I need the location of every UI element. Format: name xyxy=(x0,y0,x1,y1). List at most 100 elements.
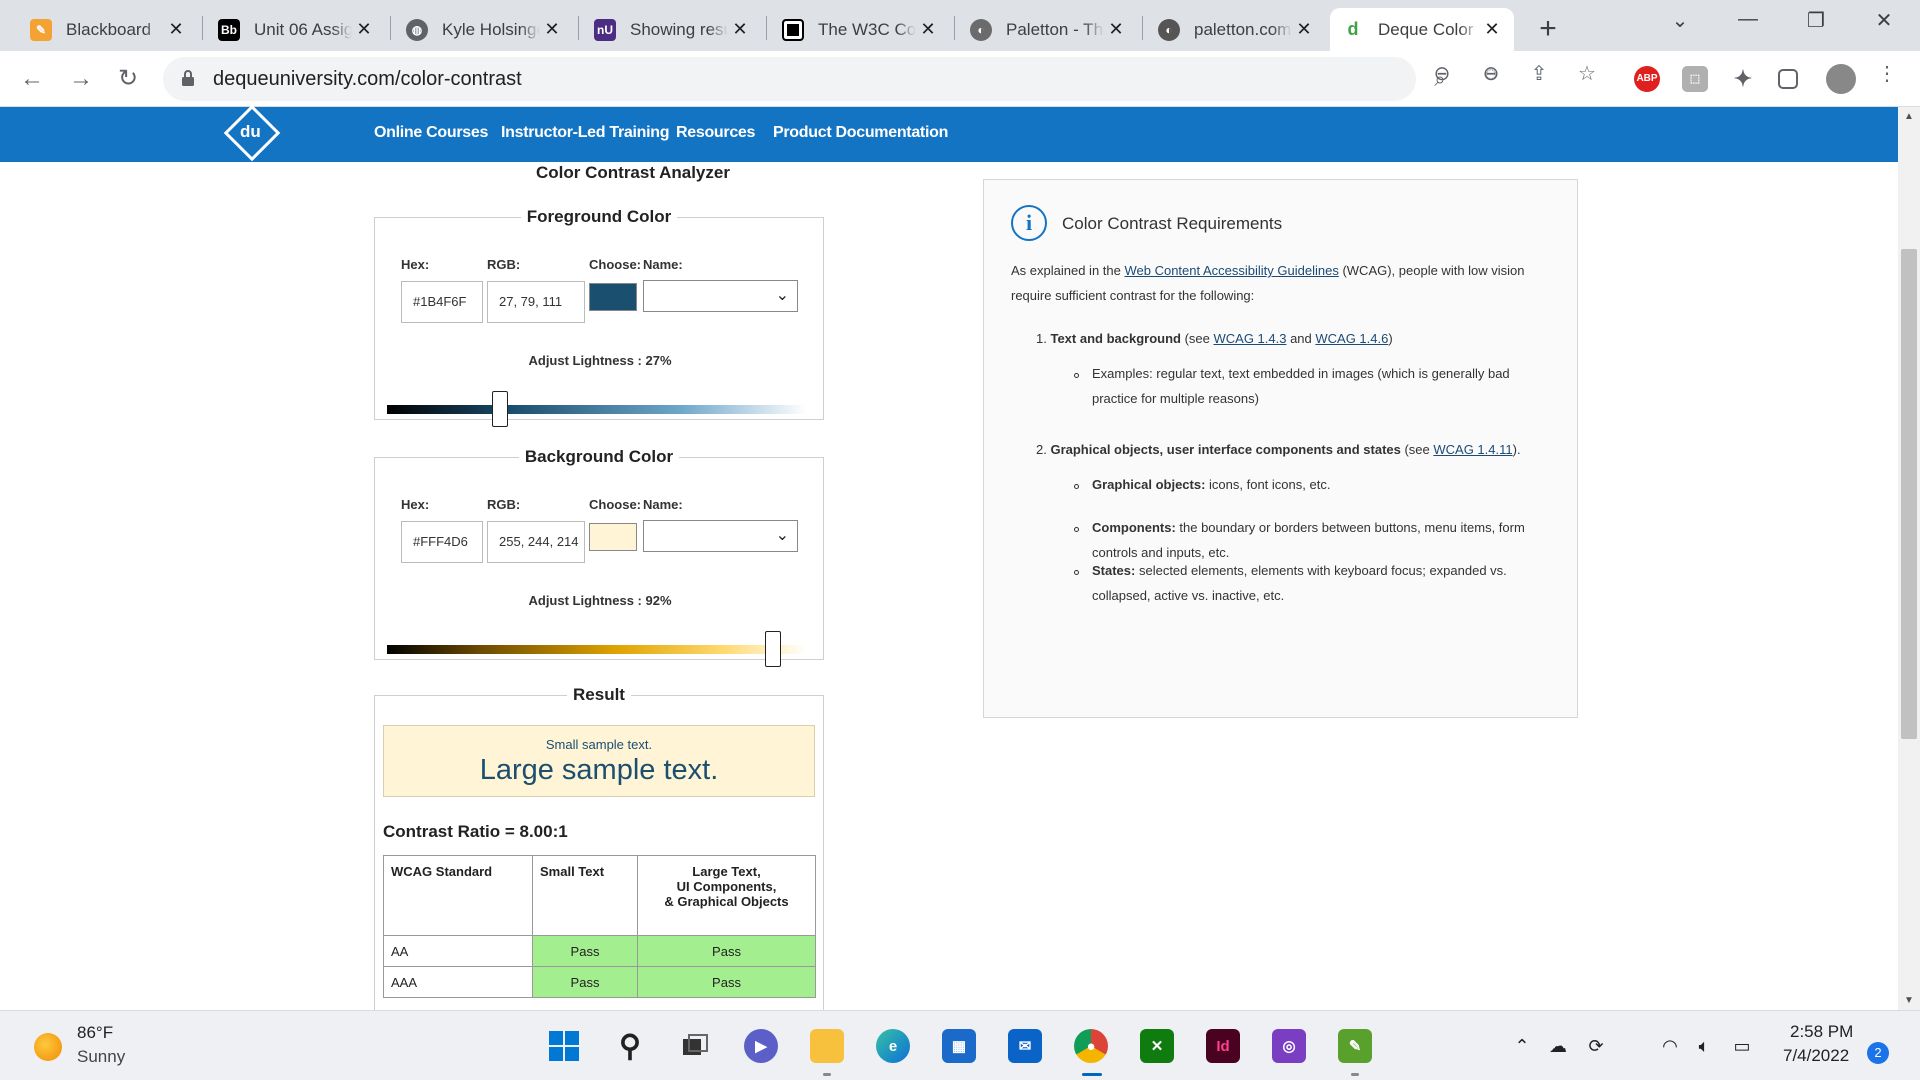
teams-chat-icon[interactable]: ▶ xyxy=(744,1029,778,1063)
background-rgb-input[interactable]: 255, 244, 214 xyxy=(487,521,585,563)
scroll-up-arrow-icon[interactable]: ▲ xyxy=(1898,111,1920,122)
logo-text: du xyxy=(240,122,261,141)
mail-icon[interactable]: ✉ xyxy=(1008,1029,1042,1063)
foreground-slider-handle[interactable] xyxy=(492,391,509,427)
notification-badge[interactable]: 2 xyxy=(1867,1042,1889,1064)
indesign-icon[interactable]: Id xyxy=(1206,1029,1240,1063)
search-icon[interactable]: ⚲ xyxy=(613,1029,647,1063)
foreground-color-picker[interactable] xyxy=(589,283,637,311)
wcag-1-4-6-link[interactable]: WCAG 1.4.6 xyxy=(1315,331,1388,346)
hex-label: Hex: xyxy=(401,257,430,272)
minimize-icon[interactable]: — xyxy=(1728,8,1768,31)
blackboard-pencil-icon: ✎ xyxy=(30,18,52,41)
close-window-icon[interactable]: ✕ xyxy=(1864,8,1904,33)
background-lightness-slider[interactable] xyxy=(387,645,807,654)
table-row: AAA Pass Pass xyxy=(383,966,816,998)
sync-icon[interactable]: ⟳ xyxy=(1584,1036,1608,1057)
page-scrollbar[interactable]: ▲ ▼ xyxy=(1898,107,1920,1010)
background-slider-handle[interactable] xyxy=(765,631,782,667)
profile-avatar[interactable] xyxy=(1826,64,1856,94)
eye-off-icon[interactable]: ◌ xyxy=(1478,61,1504,87)
tab-kyle-holsinger[interactable]: ◍ Kyle Holsinger ✕ xyxy=(394,8,574,51)
tab-paletton[interactable]: ◐ Paletton - The ✕ xyxy=(958,8,1138,51)
contrast-ratio: Contrast Ratio = 8.00:1 xyxy=(383,822,568,841)
podcast-icon[interactable]: ◎ xyxy=(1272,1029,1306,1063)
onedrive-icon[interactable]: ☁ xyxy=(1546,1036,1570,1057)
tab-unit-06[interactable]: Bb Unit 06 Assignment ✕ xyxy=(206,8,386,51)
weather-condition[interactable]: Sunny xyxy=(77,1047,125,1067)
requirement-examples: Examples: regular text, text embedded in… xyxy=(1092,366,1510,406)
menu-kebab-icon[interactable]: ⋮ xyxy=(1874,61,1900,87)
scrollbar-thumb[interactable] xyxy=(1901,249,1917,739)
volume-icon[interactable]: 🔈︎ xyxy=(1692,1036,1716,1057)
share-icon[interactable]: ⇪ xyxy=(1526,61,1552,87)
foreground-lightness-slider[interactable] xyxy=(387,405,807,414)
weather-temperature[interactable]: 86°F xyxy=(77,1023,113,1043)
hex-label: Hex: xyxy=(401,497,430,512)
background-hex-input[interactable]: #FFF4D6 xyxy=(401,521,483,563)
back-arrow-icon[interactable]: ← xyxy=(14,61,50,97)
xbox-icon[interactable]: ✕ xyxy=(1140,1029,1174,1063)
scroll-down-arrow-icon[interactable]: ▼ xyxy=(1898,995,1920,1006)
tab-w3c[interactable]: The W3C Color ✕ xyxy=(770,8,950,51)
paint-icon[interactable]: ✎ xyxy=(1338,1029,1372,1063)
new-tab-button[interactable]: + xyxy=(1530,12,1566,46)
close-tab-icon[interactable]: ✕ xyxy=(164,19,188,40)
zoom-magnifier-icon[interactable]: ⊖ xyxy=(1429,61,1455,87)
main-content: Color Contrast Analyzer Foreground Color… xyxy=(0,162,1898,1010)
close-tab-icon[interactable]: ✕ xyxy=(1292,19,1316,40)
chevron-up-icon[interactable]: ⌃ xyxy=(1510,1036,1534,1057)
running-indicator xyxy=(1351,1073,1359,1076)
close-tab-icon[interactable]: ✕ xyxy=(1104,19,1128,40)
foreground-hex-input[interactable]: #1B4F6F xyxy=(401,281,483,323)
requirements-panel: i Color Contrast Requirements As explain… xyxy=(983,179,1578,718)
clock-time[interactable]: 2:58 PM xyxy=(1790,1022,1853,1042)
close-tab-icon[interactable]: ✕ xyxy=(728,19,752,40)
side-panel-icon[interactable] xyxy=(1778,69,1798,89)
foreground-name-select[interactable]: ⌄ xyxy=(643,280,798,312)
forward-arrow-icon[interactable]: → xyxy=(63,61,99,97)
tab-showing-results[interactable]: nU Showing results ✕ xyxy=(582,8,762,51)
start-icon[interactable] xyxy=(547,1029,581,1063)
restore-icon[interactable]: ❐ xyxy=(1796,8,1836,33)
close-tab-icon[interactable]: ✕ xyxy=(916,19,940,40)
close-tab-icon[interactable]: ✕ xyxy=(352,19,376,40)
extensions-puzzle-icon[interactable]: ✦ xyxy=(1730,66,1756,92)
wifi-icon[interactable]: ◠ xyxy=(1658,1036,1682,1057)
reload-icon[interactable]: ↻ xyxy=(110,61,146,97)
close-tab-icon[interactable]: ✕ xyxy=(540,19,564,40)
nav-online-courses[interactable]: Online Courses xyxy=(374,124,488,142)
wcag-link[interactable]: Web Content Accessibility Guidelines xyxy=(1124,263,1338,278)
extension-icon[interactable]: ⬚ xyxy=(1682,66,1708,92)
edge-icon[interactable]: e xyxy=(876,1029,910,1063)
tab-search-chevron-icon[interactable]: ⌄ xyxy=(1660,8,1700,33)
task-view-icon[interactable] xyxy=(678,1029,712,1063)
lock-icon xyxy=(182,70,194,86)
nav-resources[interactable]: Resources xyxy=(676,124,755,142)
file-explorer-icon[interactable] xyxy=(810,1029,844,1063)
background-color-picker[interactable] xyxy=(589,523,637,551)
foreground-legend: Foreground Color xyxy=(526,207,672,226)
pass-cell: Pass xyxy=(532,966,638,998)
close-tab-icon[interactable]: ✕ xyxy=(1480,19,1504,40)
tab-blackboard[interactable]: ✎ Blackboard ✕ xyxy=(18,8,198,51)
nav-product-documentation[interactable]: Product Documentation xyxy=(773,124,948,142)
background-color-panel: Background Color Hex: RGB: Choose: Name:… xyxy=(374,447,824,667)
background-name-select[interactable]: ⌄ xyxy=(643,520,798,552)
tab-deque-color[interactable]: d Deque Color ✕ xyxy=(1330,8,1514,51)
nav-instructor-led-training[interactable]: Instructor-Led Training xyxy=(501,124,670,142)
tab-paletton-com[interactable]: ◐ paletton.com ✕ xyxy=(1146,8,1326,51)
address-bar[interactable]: dequeuniversity.com/color-contrast ⌕ xyxy=(163,57,1446,101)
bookmark-star-icon[interactable]: ☆ xyxy=(1574,61,1600,87)
clock-date[interactable]: 7/4/2022 xyxy=(1783,1046,1849,1066)
requirement-graphical-objects: Graphical objects: icons, font icons, et… xyxy=(1092,477,1331,492)
sun-icon[interactable] xyxy=(34,1033,62,1061)
wcag-1-4-3-link[interactable]: WCAG 1.4.3 xyxy=(1213,331,1286,346)
wcag-1-4-11-link[interactable]: WCAG 1.4.11 xyxy=(1433,442,1512,457)
store-icon[interactable]: ▦ xyxy=(942,1029,976,1063)
requirement-states: States: selected elements, elements with… xyxy=(1092,563,1507,603)
foreground-rgb-input[interactable]: 27, 79, 111 xyxy=(487,281,585,323)
chrome-icon[interactable]: ● xyxy=(1074,1029,1108,1063)
adblock-plus-icon[interactable]: ABP xyxy=(1634,66,1660,92)
battery-icon[interactable]: ▭ xyxy=(1730,1036,1754,1057)
